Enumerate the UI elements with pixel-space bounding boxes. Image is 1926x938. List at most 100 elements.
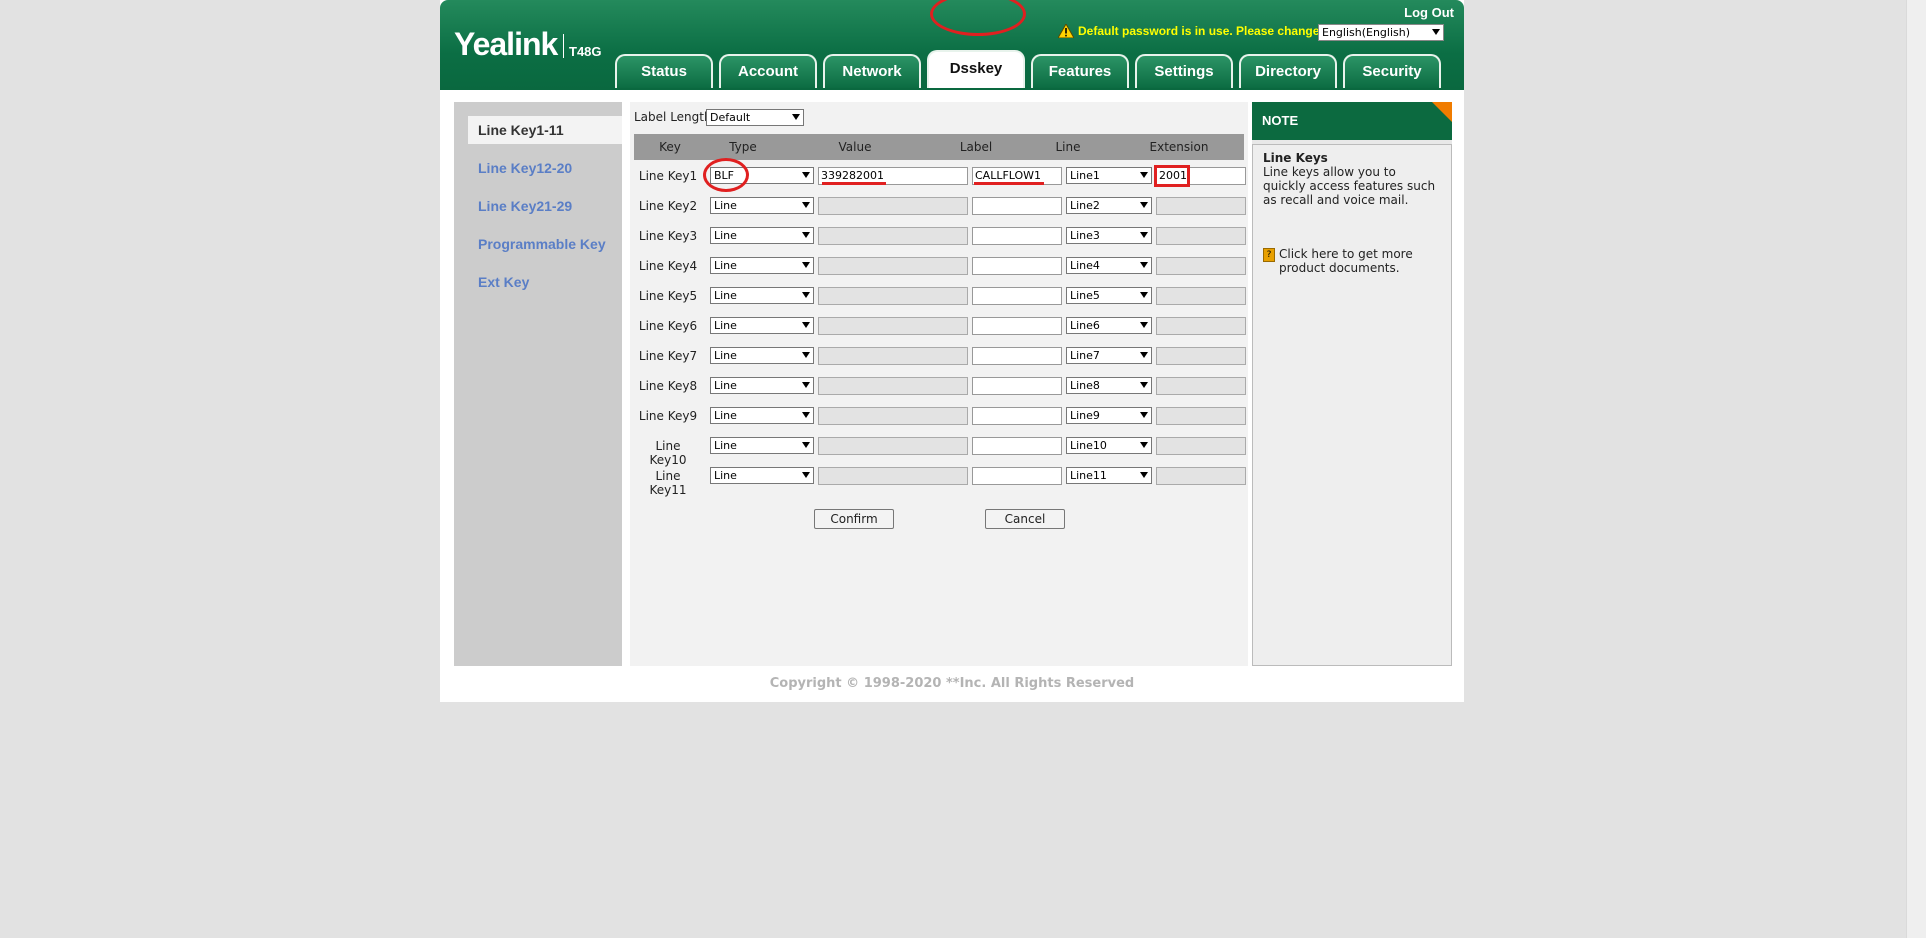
label-length-select[interactable]: Default (706, 109, 804, 126)
line-select[interactable]: Line2 (1066, 197, 1152, 214)
line-value: Line3 (1070, 229, 1100, 242)
extension-field (1156, 407, 1246, 425)
label-field[interactable] (972, 407, 1062, 425)
type-value: Line (714, 259, 737, 272)
type-value: Line (714, 289, 737, 302)
chevron-down-icon (1140, 352, 1148, 358)
type-select[interactable]: Line (710, 437, 814, 454)
extension-field (1156, 287, 1246, 305)
type-select[interactable]: Line (710, 317, 814, 334)
label-field[interactable] (972, 437, 1062, 455)
label-field[interactable] (972, 287, 1062, 305)
line-select[interactable]: Line8 (1066, 377, 1152, 394)
extension-field (1156, 257, 1246, 275)
type-value: Line (714, 409, 737, 422)
type-select[interactable]: Line (710, 347, 814, 364)
line-select[interactable]: Line1 (1066, 167, 1152, 184)
tab-network[interactable]: Network (823, 54, 921, 88)
type-select[interactable]: Line (710, 377, 814, 394)
column-header-line: Line (1055, 140, 1081, 154)
type-select[interactable]: Line (710, 287, 814, 304)
chevron-down-icon (802, 352, 810, 358)
sidebar-item-line-key-12-20[interactable]: Line Key12-20 (468, 154, 622, 182)
line-value: Line8 (1070, 379, 1100, 392)
value-field (818, 197, 968, 215)
label-field[interactable] (972, 227, 1062, 245)
line-select[interactable]: Line10 (1066, 437, 1152, 454)
confirm-button[interactable]: Confirm (814, 509, 894, 529)
value-field[interactable]: 339282001 (818, 167, 968, 185)
line-select[interactable]: Line3 (1066, 227, 1152, 244)
type-select[interactable]: Line (710, 197, 814, 214)
value-field (818, 317, 968, 335)
documents-link[interactable]: ? Click here to get more product documen… (1263, 247, 1441, 275)
line-select[interactable]: Line6 (1066, 317, 1152, 334)
tab-account[interactable]: Account (719, 54, 817, 88)
sidebar-item-ext-key[interactable]: Ext Key (468, 268, 622, 296)
type-select[interactable]: Line (710, 257, 814, 274)
type-value: Line (714, 439, 737, 452)
chevron-down-icon (1432, 29, 1440, 35)
line-select[interactable]: Line5 (1066, 287, 1152, 304)
note-body: Line Keys Line keys allow you to quickly… (1252, 144, 1452, 666)
chevron-down-icon (1140, 382, 1148, 388)
table-header: Key Type Value Label Line Extension (634, 134, 1244, 160)
chevron-down-icon (802, 172, 810, 178)
chevron-down-icon (1140, 442, 1148, 448)
label-field[interactable] (972, 467, 1062, 485)
label-field[interactable]: CALLFLOW1 (972, 167, 1062, 185)
row-key-label: Line Key9 (638, 409, 698, 423)
extension-field (1156, 227, 1246, 245)
sidebar: Line Key1-11 Line Key12-20 Line Key21-29… (454, 102, 622, 666)
line-value: Line10 (1070, 439, 1107, 452)
value-field (818, 467, 968, 485)
label-field[interactable] (972, 197, 1062, 215)
tab-features[interactable]: Features (1031, 54, 1129, 88)
value-field (818, 227, 968, 245)
line-select[interactable]: Line7 (1066, 347, 1152, 364)
chevron-down-icon (802, 322, 810, 328)
row-key-label: Line Key6 (638, 319, 698, 333)
type-select[interactable]: Line (710, 227, 814, 244)
copyright-footer: Copyright © 1998-2020 **Inc. All Rights … (769, 676, 1135, 691)
sidebar-item-programmable-key[interactable]: Programmable Key (468, 230, 622, 258)
tab-security[interactable]: Security (1343, 54, 1441, 88)
admin-frame: Yealink T48G Log Out Default password is… (440, 0, 1464, 702)
line-select[interactable]: Line9 (1066, 407, 1152, 424)
label-field[interactable] (972, 347, 1062, 365)
line-value: Line11 (1070, 469, 1107, 482)
extension-field[interactable]: 2001 (1156, 167, 1246, 185)
page-scrollbar[interactable] (1906, 0, 1926, 938)
type-select[interactable]: Line (710, 467, 814, 484)
line-value: Line2 (1070, 199, 1100, 212)
tab-directory[interactable]: Directory (1239, 54, 1337, 88)
sidebar-item-line-key-1-11[interactable]: Line Key1-11 (468, 116, 622, 144)
chevron-down-icon (1140, 292, 1148, 298)
label-field[interactable] (972, 317, 1062, 335)
chevron-down-icon (792, 114, 800, 120)
type-value: Line (714, 469, 737, 482)
line-value: Line4 (1070, 259, 1100, 272)
brand-logo: Yealink (454, 26, 558, 62)
language-select[interactable]: English(English) (1318, 24, 1444, 41)
cancel-button[interactable]: Cancel (985, 509, 1065, 529)
type-select[interactable]: BLF (710, 167, 814, 184)
annotation-circle-dsskey (930, 0, 1026, 36)
tab-status[interactable]: Status (615, 54, 713, 88)
type-select[interactable]: Line (710, 407, 814, 424)
sidebar-item-line-key-21-29[interactable]: Line Key21-29 (468, 192, 622, 220)
tab-dsskey[interactable]: Dsskey (927, 50, 1025, 88)
label-field[interactable] (972, 377, 1062, 395)
chevron-down-icon (1140, 472, 1148, 478)
model-name: T48G (569, 44, 602, 59)
column-header-key: Key (659, 140, 681, 154)
logout-link[interactable]: Log Out (1404, 5, 1454, 20)
line-select[interactable]: Line4 (1066, 257, 1152, 274)
label-field[interactable] (972, 257, 1062, 275)
extension-field (1156, 197, 1246, 215)
chevron-down-icon (802, 442, 810, 448)
line-select[interactable]: Line11 (1066, 467, 1152, 484)
tab-settings[interactable]: Settings (1135, 54, 1233, 88)
chevron-down-icon (1140, 232, 1148, 238)
note-text: Line keys allow you to quickly access fe… (1263, 165, 1436, 207)
